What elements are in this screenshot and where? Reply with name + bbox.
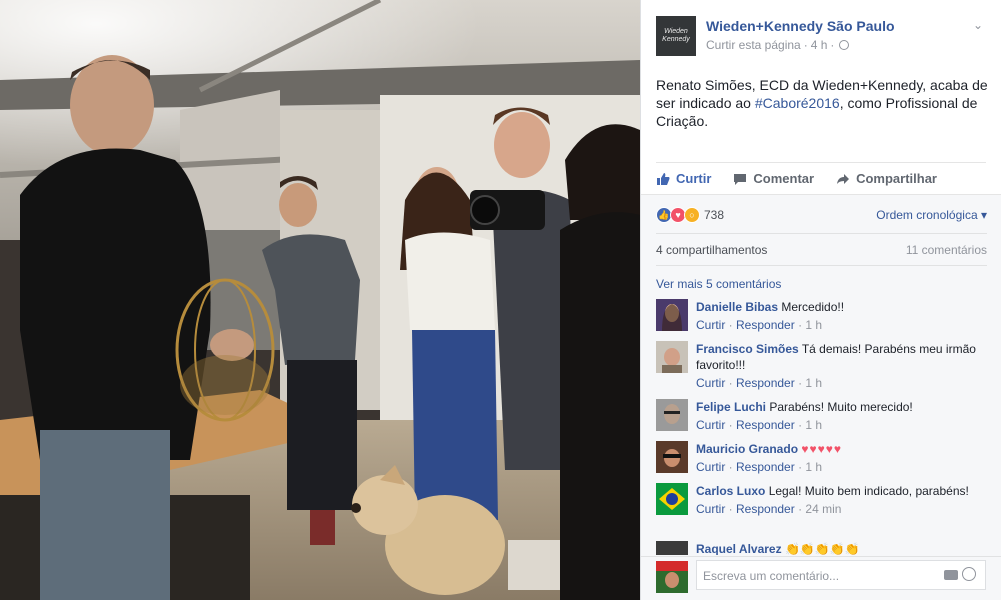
comment-text: Mercedido!! [781,300,845,314]
meta-separator-2: · [830,38,835,52]
comment-avatar[interactable] [656,399,688,431]
chevron-down-icon[interactable]: ⌄ [973,18,983,32]
thumbs-up-icon [657,172,670,185]
comment-reply-link[interactable]: Responder [736,376,795,390]
comment-time[interactable]: 1 h [805,376,822,390]
comment-body: Danielle Bibas Mercedido!! Curtir · Resp… [696,299,986,333]
comment-actions: Curtir · Responder · 1 h [696,418,823,432]
comment-actions: Curtir · Responder · 24 min [696,502,842,516]
post-actions: Curtir Comentar Compartilhar [656,162,986,194]
order-dropdown[interactable]: Ordem cronológica ▾ [876,208,987,222]
comment-item: Felipe Luchi Parabéns! Muito merecido! C… [656,399,986,433]
shares-count[interactable]: 4 compartilhamentos [656,243,767,257]
comment-like-link[interactable]: Curtir [696,318,725,332]
comment-body: Carlos Luxo Legal! Muito bem indicado, p… [696,483,986,517]
comment-button[interactable]: Comentar [733,171,814,186]
wow-reaction-icon: ○ [684,207,700,223]
comment-avatar[interactable] [656,341,688,373]
office-scene-image [0,0,640,600]
comment-time[interactable]: 24 min [805,502,841,516]
share-button[interactable]: Compartilhar [836,171,937,186]
like-button[interactable]: Curtir [656,171,711,186]
comment-composer: Escreva um comentário... [641,556,1001,600]
feedback-area: 👍 ♥ ○ 738 Ordem cronológica ▾ 4 comparti… [641,194,1001,600]
page-name-link[interactable]: Wieden+Kennedy São Paulo [706,18,989,34]
share-label: Compartilhar [856,171,937,186]
comment-item: Francisco Simões Tá demais! Parabéns meu… [656,341,986,391]
post-header: Wieden Kennedy Wieden+Kennedy São Paulo … [656,16,989,60]
reactions-row[interactable]: 👍 ♥ ○ 738 Ordem cronológica ▾ [656,205,987,225]
share-count-row: 4 compartilhamentos 11 comentários [656,233,987,266]
comment-actions: Curtir · Responder · 1 h [696,376,823,390]
post-side-panel: Wieden Kennedy Wieden+Kennedy São Paulo … [640,0,1001,600]
view-more-comments-link[interactable]: Ver mais 5 comentários [656,277,781,291]
comment-reply-link[interactable]: Responder [736,460,795,474]
comment-text: Legal! Muito bem indicado, parabéns! [768,484,969,498]
comment-like-link[interactable]: Curtir [696,376,725,390]
comment-avatar[interactable] [656,483,688,515]
facebook-photo-viewer: Wieden Kennedy Wieden+Kennedy São Paulo … [0,0,1001,600]
hashtag-link[interactable]: #Caboré2016 [755,95,840,111]
meta-separator: · [803,38,808,52]
post-text: Renato Simões, ECD da Wieden+Kennedy, ac… [656,76,988,130]
comment-author[interactable]: Raquel Alvarez [696,542,782,555]
like-label: Curtir [676,171,712,186]
share-icon [837,173,850,184]
comment-item: Carlos Luxo Legal! Muito bem indicado, p… [656,483,986,517]
comment-like-link[interactable]: Curtir [696,460,725,474]
post-meta: Curtir esta página · 4 h · [706,38,989,52]
comment-body: Felipe Luchi Parabéns! Muito merecido! C… [696,399,986,433]
comment-item: Raquel Alvarez 👏👏👏👏👏 [656,541,986,555]
camera-icon[interactable] [944,570,958,580]
comment-icon [734,173,747,185]
comment-reply-link[interactable]: Responder [736,418,795,432]
comment-reply-link[interactable]: Responder [736,502,795,516]
reaction-count[interactable]: 738 [704,208,724,222]
like-page-link[interactable]: Curtir esta página [706,38,801,52]
comment-time[interactable]: 1 h [805,318,822,332]
comment-reply-link[interactable]: Responder [736,318,795,332]
avatar-line-2: Kennedy [662,36,690,43]
comment-like-link[interactable]: Curtir [696,418,725,432]
comment-body: Mauricio Granado ♥♥♥♥♥ Curtir · Responde… [696,441,986,475]
comment-author[interactable]: Mauricio Granado [696,442,798,456]
avatar-line-1: Wieden [664,28,688,35]
comment-actions: Curtir · Responder · 1 h [696,318,823,332]
caret-down-icon: ▾ [980,208,987,222]
current-user-avatar[interactable] [656,561,688,593]
emoji-icon[interactable] [962,567,976,581]
comment-text: Parabéns! Muito merecido! [769,400,913,414]
comment-body: Francisco Simões Tá demais! Parabéns meu… [696,341,986,391]
comment-label: Comentar [753,171,815,186]
comment-actions: Curtir · Responder · 1 h [696,460,823,474]
page-avatar[interactable]: Wieden Kennedy [656,16,696,56]
comment-item: Mauricio Granado ♥♥♥♥♥ Curtir · Responde… [656,441,986,475]
comment-like-link[interactable]: Curtir [696,502,725,516]
comment-time[interactable]: 1 h [805,460,822,474]
header-text: Wieden+Kennedy São Paulo Curtir esta pág… [706,16,989,60]
comment-author[interactable]: Francisco Simões [696,342,799,356]
comment-body: Raquel Alvarez 👏👏👏👏👏 [696,541,986,555]
comment-text: 👏👏👏👏👏 [784,542,860,555]
comment-avatar[interactable] [656,541,688,555]
post-photo[interactable] [0,0,640,600]
post-time[interactable]: 4 h [811,38,828,52]
comments-count[interactable]: 11 comentários [906,243,987,257]
comment-input[interactable]: Escreva um comentário... [696,560,986,590]
comment-avatar[interactable] [656,299,688,331]
comment-time[interactable]: 1 h [805,418,822,432]
comment-author[interactable]: Danielle Bibas [696,300,778,314]
comment-avatar[interactable] [656,441,688,473]
comment-author[interactable]: Felipe Luchi [696,400,766,414]
globe-icon[interactable] [839,40,850,50]
comment-item: Danielle Bibas Mercedido!! Curtir · Resp… [656,299,986,333]
comment-author[interactable]: Carlos Luxo [696,484,765,498]
order-label: Ordem cronológica [876,208,978,222]
comment-text: ♥♥♥♥♥ [801,442,842,456]
